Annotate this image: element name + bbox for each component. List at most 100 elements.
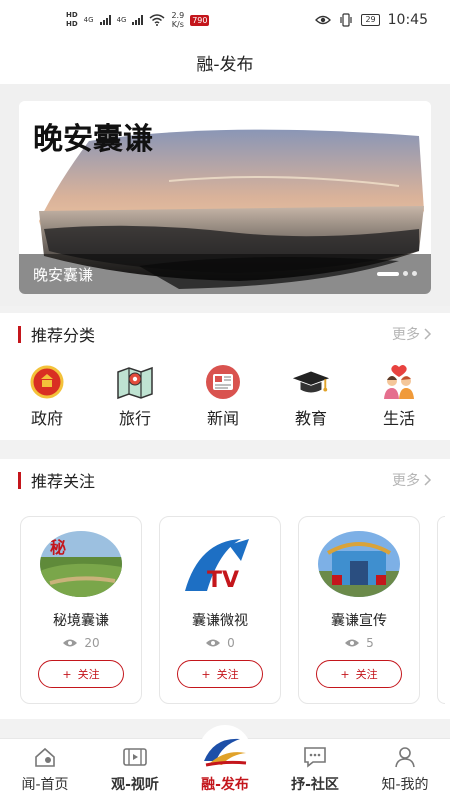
vibrate-icon <box>340 13 353 27</box>
carousel-dot <box>403 271 408 276</box>
status-bar: HD HD 4G 4G 2.9 K/s 790 29 10:45 <box>0 0 450 40</box>
category-label: 新闻 <box>206 409 239 428</box>
category-item-life[interactable]: 生活 <box>374 363 424 429</box>
eye-icon <box>345 639 360 647</box>
follow-card-partial[interactable] <box>437 516 445 704</box>
net-speed: 2.9 <box>171 11 185 20</box>
category-item-education[interactable]: 教育 <box>286 363 336 429</box>
account-logo-text: 秘 <box>50 538 66 557</box>
follow-card[interactable]: TV 囊谦微视 0 + 关注 <box>159 516 281 704</box>
section-header: 推荐关注 更多 <box>0 459 450 501</box>
tab-video[interactable]: 观-视听 <box>90 739 180 800</box>
carousel-dot <box>412 271 417 276</box>
category-label: 生活 <box>382 409 415 428</box>
app-notification-badge: 790 <box>190 14 210 26</box>
category-item-travel[interactable]: 旅行 <box>110 363 160 429</box>
follow-button[interactable]: + 关注 <box>38 660 124 688</box>
category-label: 教育 <box>294 409 327 428</box>
follow-card[interactable]: 囊谦宣传 5 + 关注 <box>298 516 420 704</box>
page-title: 融-发布 <box>196 54 254 75</box>
view-count-value: 0 <box>227 636 235 650</box>
home-icon <box>34 744 56 770</box>
more-link[interactable]: 更多 <box>392 324 432 344</box>
map-icon <box>115 363 155 401</box>
net-type-1: 4G <box>83 16 94 24</box>
bottom-tab-bar: 闻-首页 观-视听 融-发布 抒-社区 知-我的 <box>0 725 450 800</box>
account-avatar: TV <box>179 531 261 597</box>
family-icon <box>379 363 419 401</box>
app-logo-icon <box>199 725 251 777</box>
section-accent-bar <box>18 325 21 343</box>
hd-indicator-2: HD <box>66 20 78 28</box>
follow-button[interactable]: + 关注 <box>316 660 402 688</box>
banner-image-title: 晚安囊谦 <box>33 122 153 157</box>
view-count: 0 <box>205 636 235 650</box>
battery-icon: 29 <box>361 14 380 26</box>
banner-caption: 晚安囊谦 <box>19 254 431 294</box>
carousel-dot-active <box>377 271 399 276</box>
section-accent-bar <box>18 471 21 489</box>
section-title: 推荐关注 <box>31 472 96 491</box>
category-item-government[interactable]: 政府 <box>22 363 72 429</box>
more-link[interactable]: 更多 <box>392 470 432 490</box>
category-item-news[interactable]: 新闻 <box>198 363 248 429</box>
account-avatar <box>318 531 400 597</box>
more-label: 更多 <box>392 473 420 489</box>
signal-icon <box>99 15 111 25</box>
eye-icon <box>315 15 332 25</box>
eye-icon <box>206 639 221 647</box>
graduation-cap-icon <box>291 363 331 401</box>
account-logo-text: TV <box>207 568 239 593</box>
account-name: 囊谦宣传 <box>331 613 387 629</box>
follow-label: 关注 <box>216 668 239 681</box>
status-left: HD HD 4G 4G 2.9 K/s 790 <box>66 11 210 29</box>
chevron-right-icon <box>424 328 432 340</box>
banner-carousel[interactable]: 晚安囊谦 晚安囊谦 <box>19 101 431 294</box>
hd-indicator-1: HD <box>66 11 78 19</box>
follow-card[interactable]: 秘 秘境囊谦 20 + 关注 <box>20 516 142 704</box>
tab-label: 抒-社区 <box>291 777 339 793</box>
carousel-indicator <box>377 271 417 276</box>
tab-label: 融-发布 <box>201 777 249 793</box>
view-count-value: 20 <box>84 636 100 650</box>
signal-icon-2 <box>132 15 144 25</box>
follow-label: 关注 <box>77 668 100 681</box>
category-label: 政府 <box>30 409 63 428</box>
account-name: 秘境囊谦 <box>53 613 109 629</box>
user-icon <box>394 744 416 770</box>
plus-icon: + <box>62 667 72 681</box>
clock: 10:45 <box>387 12 428 28</box>
follow-cards: 秘 秘境囊谦 20 + 关注 TV 囊谦微视 0 + 关注 囊谦宣传 5 + 关… <box>0 501 450 704</box>
banner-caption-text: 晚安囊谦 <box>33 265 94 284</box>
plus-icon: + <box>340 667 350 681</box>
tab-label: 闻-首页 <box>21 777 69 793</box>
wifi-icon <box>149 14 165 26</box>
view-count: 20 <box>62 636 100 650</box>
recommended-follows: 推荐关注 更多 秘 秘境囊谦 20 + 关注 TV 囊谦微视 0 + 关注 囊谦… <box>0 459 450 719</box>
chevron-right-icon <box>424 474 432 486</box>
film-icon <box>123 744 147 770</box>
follow-button[interactable]: + 关注 <box>177 660 263 688</box>
plus-icon: + <box>201 667 211 681</box>
view-count-value: 5 <box>366 636 374 650</box>
net-speed-unit: K/s <box>171 20 184 29</box>
tab-home[interactable]: 闻-首页 <box>0 739 90 800</box>
tab-publish[interactable]: 融-发布 <box>180 725 270 800</box>
account-name: 囊谦微视 <box>192 613 248 629</box>
tab-label: 观-视听 <box>111 777 159 793</box>
page-header: 融-发布 <box>0 40 450 84</box>
section-header: 推荐分类 更多 <box>0 313 450 355</box>
newspaper-icon <box>203 363 243 401</box>
emblem-icon <box>27 363 67 401</box>
category-label: 旅行 <box>118 409 151 428</box>
tab-label: 知-我的 <box>381 777 429 793</box>
tab-community[interactable]: 抒-社区 <box>270 739 360 800</box>
tab-profile[interactable]: 知-我的 <box>360 739 450 800</box>
net-type-2: 4G <box>116 16 127 24</box>
view-count: 5 <box>344 636 374 650</box>
category-row: 政府 旅行 新闻 教育 生活 <box>0 363 450 429</box>
eye-icon <box>63 639 78 647</box>
section-title: 推荐分类 <box>31 326 96 345</box>
more-label: 更多 <box>392 327 420 343</box>
account-avatar: 秘 <box>40 531 122 597</box>
